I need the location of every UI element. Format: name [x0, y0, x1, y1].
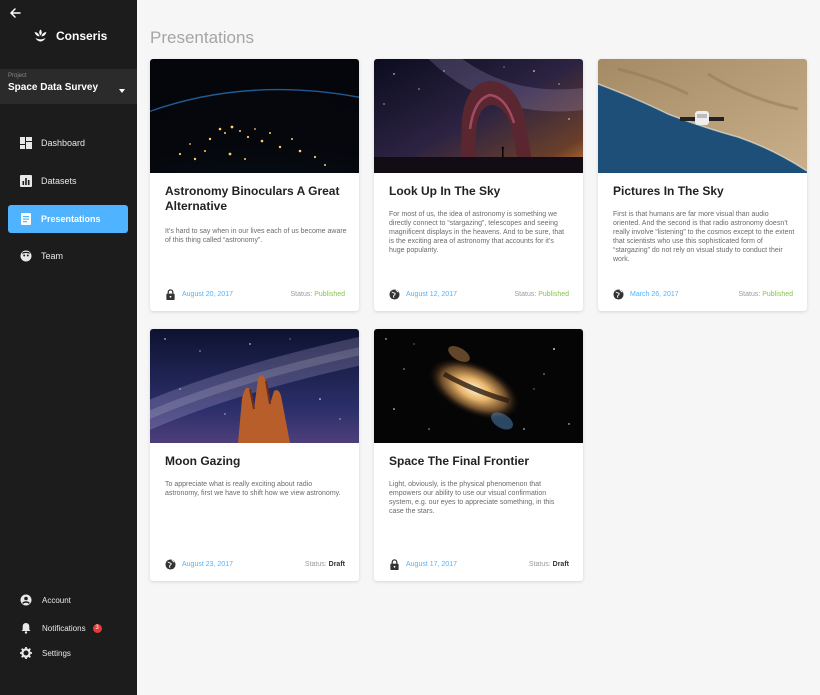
card-status: Status: Published — [738, 290, 794, 298]
project-selector[interactable]: Project Space Data Survey — [0, 69, 137, 104]
chevron-down-icon — [119, 89, 125, 93]
bell-icon — [21, 623, 31, 634]
card-status: Status: Draft — [304, 560, 345, 568]
nav-item-datasets[interactable]: Datasets — [8, 167, 128, 195]
card-title: Astronomy Binoculars A Great Alternative — [165, 184, 340, 213]
team-icon — [20, 250, 32, 262]
card-status: Status: Published — [514, 290, 570, 298]
card-status: Status: Draft — [528, 560, 569, 568]
card-footer: August 20, 2017 Status: Published — [165, 288, 345, 300]
card-title: Moon Gazing — [165, 454, 241, 468]
status-value: Draft — [328, 560, 345, 568]
card-image-arch-milky-way — [374, 59, 583, 173]
card-date: March 26, 2017 — [630, 290, 679, 298]
card-title: Space The Final Frontier — [389, 454, 530, 468]
logo-icon — [34, 29, 47, 42]
presentation-card[interactable]: Pictures In The Sky First is that humans… — [598, 59, 807, 311]
bar-chart-icon — [20, 175, 32, 187]
lock-icon — [166, 288, 175, 300]
card-description: It’s hard to say when in our lives each … — [165, 228, 347, 244]
card-footer: March 26, 2017 Status: Published — [613, 288, 793, 300]
globe-icon — [613, 288, 624, 300]
nav-item-dashboard[interactable]: Dashboard — [8, 129, 128, 157]
project-caption: Project — [8, 73, 27, 79]
nav-item-presentations[interactable]: Presentations — [8, 205, 128, 233]
status-value: Published — [762, 290, 793, 298]
card-date: August 17, 2017 — [406, 560, 457, 568]
status-value: Published — [538, 290, 569, 298]
presentation-card[interactable]: Astronomy Binoculars A Great Alternative… — [150, 59, 359, 311]
card-image-rock-spires-milky-way — [150, 329, 359, 443]
project-name: Space Data Survey — [8, 82, 99, 93]
card-footer: August 12, 2017 Status: Published — [389, 288, 569, 300]
card-description: First is that humans are far more visual… — [613, 211, 795, 263]
card-image-earth-at-night — [150, 59, 359, 173]
back-arrow-icon[interactable] — [8, 6, 22, 20]
nav-item-label: Dashboard — [41, 138, 86, 148]
nav-item-label: Notifications — [42, 623, 86, 633]
presentation-icon — [21, 213, 31, 225]
app-name: Conseris — [56, 28, 108, 43]
nav-item-label: Settings — [42, 648, 71, 658]
status-value: Draft — [552, 560, 569, 568]
notification-badge: 3 — [92, 623, 102, 633]
account-icon — [20, 594, 32, 606]
nav-item-account[interactable]: Account — [20, 594, 71, 606]
gear-icon — [20, 647, 32, 659]
card-description: To appreciate what is really exciting ab… — [165, 481, 341, 497]
globe-icon — [389, 288, 400, 300]
nav-item-label: Team — [41, 251, 64, 261]
nav-item-team[interactable]: Team — [8, 242, 128, 270]
card-status: Status: Published — [290, 290, 346, 298]
card-image-satellite-over-coast — [598, 59, 807, 173]
nav-item-settings[interactable]: Settings — [20, 647, 71, 659]
page-title: Presentations — [150, 28, 254, 47]
card-image-galaxy — [374, 329, 583, 443]
card-description: For most of us, the idea of astronomy is… — [389, 211, 565, 254]
presentation-card[interactable]: Space The Final Frontier Light, obviousl… — [374, 329, 583, 581]
globe-icon — [165, 558, 176, 570]
card-date: August 20, 2017 — [182, 290, 233, 298]
card-footer: August 23, 2017 Status: Draft — [165, 558, 345, 570]
dashboard-icon — [20, 137, 32, 149]
card-title: Pictures In The Sky — [613, 184, 724, 198]
lock-icon — [390, 558, 399, 570]
nav-item-label: Account — [42, 595, 71, 605]
card-date: August 12, 2017 — [406, 290, 457, 298]
sidebar: Conseris Project Space Data Survey Dashb… — [0, 0, 137, 695]
status-value: Published — [314, 290, 345, 298]
nav-item-label: Presentations — [41, 214, 101, 224]
card-title: Look Up In The Sky — [389, 184, 501, 198]
nav-item-label: Datasets — [41, 176, 77, 186]
card-description: Light, obviously, is the physical phenom… — [389, 481, 555, 515]
card-footer: August 17, 2017 Status: Draft — [389, 558, 569, 570]
nav-item-notifications[interactable]: Notifications 3 — [20, 622, 102, 634]
presentation-card[interactable]: Moon Gazing To appreciate what is really… — [150, 329, 359, 581]
card-date: August 23, 2017 — [182, 560, 233, 568]
brand: Conseris — [32, 27, 107, 44]
presentation-card[interactable]: Look Up In The Sky For most of us, the i… — [374, 59, 583, 311]
